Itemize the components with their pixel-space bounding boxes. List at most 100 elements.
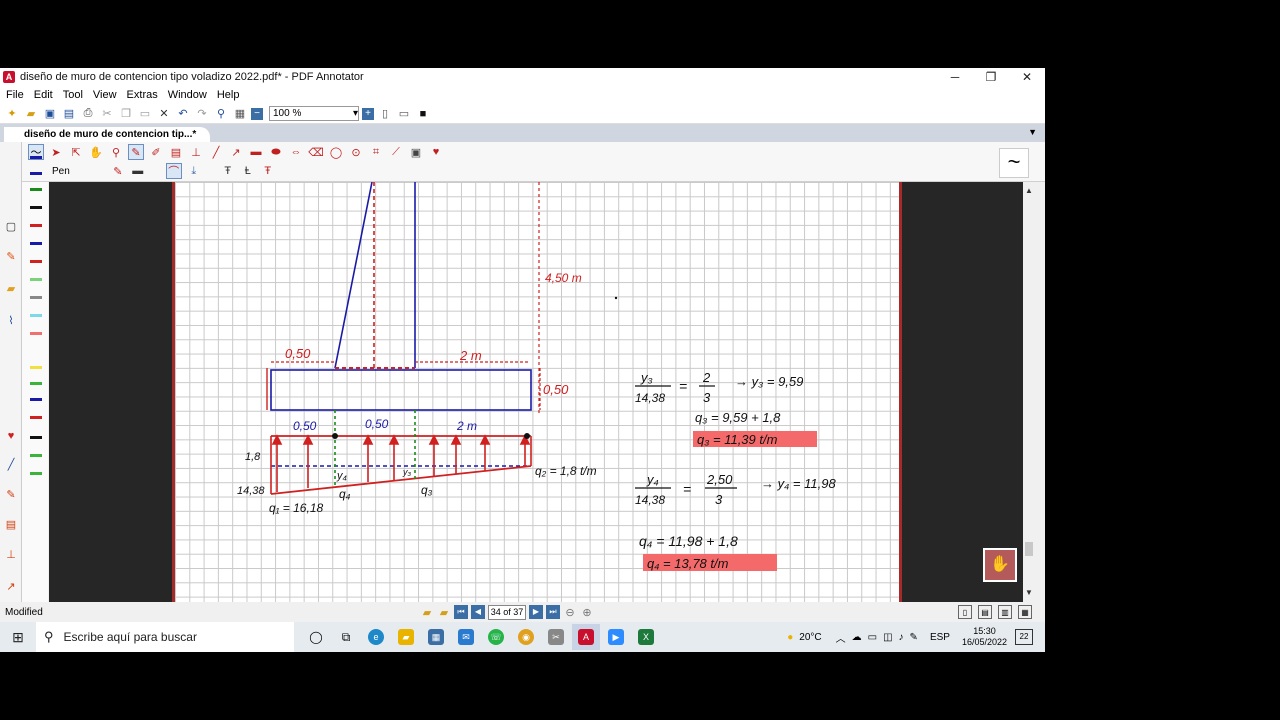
line-tool-icon[interactable]: ╱ bbox=[3, 456, 19, 472]
single-page-view-icon[interactable]: ▯ bbox=[958, 605, 972, 619]
language-indicator[interactable]: ESP bbox=[930, 632, 950, 643]
pen-favorite[interactable] bbox=[30, 206, 42, 209]
snipping-tool-icon[interactable]: ✂ bbox=[542, 624, 570, 650]
tab-list-icon[interactable]: ▼ bbox=[1028, 127, 1037, 137]
task-view-icon[interactable]: ⧉ bbox=[332, 624, 360, 650]
save-all-icon[interactable]: ▤ bbox=[61, 106, 77, 122]
menu-window[interactable]: Window bbox=[168, 89, 207, 101]
scroll-up-icon[interactable]: ▲ bbox=[1025, 186, 1033, 195]
hand-pan-icon[interactable]: ✋ bbox=[88, 144, 104, 160]
chart-tool-icon[interactable]: ▤ bbox=[3, 516, 19, 532]
notification-center-icon[interactable]: 22 bbox=[1015, 629, 1033, 645]
text-top-icon[interactable]: Ŧ bbox=[220, 163, 236, 179]
menu-tool[interactable]: Tool bbox=[63, 89, 83, 101]
fit-width-icon[interactable]: ▯ bbox=[377, 106, 393, 122]
taskbar-search[interactable]: ⚲ Escribe aquí para buscar bbox=[36, 622, 294, 652]
pen-favorite[interactable] bbox=[30, 382, 42, 385]
store-icon[interactable]: ▦ bbox=[422, 624, 450, 650]
continuous-view-icon[interactable]: ▤ bbox=[978, 605, 992, 619]
measure-icon[interactable]: ⇔ bbox=[288, 144, 304, 160]
camera-icon[interactable]: ⊙ bbox=[348, 144, 364, 160]
lasso-icon[interactable]: ◯ bbox=[328, 144, 344, 160]
pen-favorite[interactable] bbox=[30, 156, 42, 159]
vertical-scrollbar[interactable]: ▲ ▼ bbox=[1023, 182, 1035, 602]
pen-favorite[interactable] bbox=[30, 224, 42, 227]
grid-view-icon[interactable]: ▦ bbox=[1018, 605, 1032, 619]
pen-favorite[interactable] bbox=[30, 172, 42, 175]
pen-favorite[interactable] bbox=[30, 416, 42, 419]
pen-workspace-icon[interactable]: ✎ bbox=[910, 632, 918, 643]
pdf-annotator-icon[interactable]: A bbox=[572, 624, 600, 650]
file-explorer-icon[interactable]: ▰ bbox=[392, 624, 420, 650]
smooth-line-icon[interactable]: ⌒ bbox=[165, 163, 182, 179]
clock[interactable]: 15:30 16/05/2022 bbox=[962, 626, 1007, 648]
insert-icon[interactable]: ▦ bbox=[232, 106, 248, 122]
pen-width-icon[interactable]: ▬ bbox=[130, 163, 146, 179]
redo-icon[interactable]: ↷ bbox=[194, 106, 210, 122]
rectangle-icon[interactable]: ▬ bbox=[248, 144, 264, 160]
pen-favorite[interactable] bbox=[30, 188, 42, 191]
bookmark-icon[interactable]: ▰ bbox=[420, 604, 434, 620]
copy-icon[interactable]: ❐ bbox=[118, 106, 134, 122]
zoom-icon[interactable]: ▶ bbox=[602, 624, 630, 650]
highlighter-icon[interactable]: ✐ bbox=[148, 144, 164, 160]
excel-icon[interactable]: X bbox=[632, 624, 660, 650]
find-icon[interactable]: ⚲ bbox=[213, 106, 229, 122]
cut-icon[interactable]: ✂ bbox=[99, 106, 115, 122]
minimize-button[interactable]: ─ bbox=[937, 68, 973, 86]
pen-favorite[interactable] bbox=[30, 366, 42, 369]
straighten-icon[interactable]: ⤓ bbox=[186, 163, 202, 179]
print-icon[interactable]: ⎙ bbox=[80, 106, 96, 122]
text-box-icon[interactable]: ▤ bbox=[168, 144, 184, 160]
pen-favorite[interactable] bbox=[30, 260, 42, 263]
text-bottom-icon[interactable]: Ⱡ bbox=[240, 163, 256, 179]
arrow-icon[interactable]: ↗ bbox=[228, 144, 244, 160]
cortana-icon[interactable]: ◯ bbox=[302, 624, 330, 650]
windows-start-icon[interactable]: ⊞ bbox=[0, 629, 36, 646]
pen-favorite[interactable] bbox=[30, 454, 42, 457]
fit-page-icon[interactable]: ▭ bbox=[396, 106, 412, 122]
pdf-page[interactable]: 4,50 m 0,50 2 m 0,50 0,50 0,50 2 m 1,8 1… bbox=[172, 182, 902, 602]
page-indicator[interactable]: 34 of 37 bbox=[488, 604, 526, 620]
zoom-tool-icon[interactable]: ⚲ bbox=[108, 144, 124, 160]
pencil-tool-icon[interactable]: ✎ bbox=[3, 486, 19, 502]
fullscreen-icon[interactable]: ■ bbox=[415, 106, 431, 122]
crop-icon[interactable]: ⌗ bbox=[368, 144, 384, 160]
hand-tool-button[interactable]: ✋ bbox=[983, 548, 1017, 582]
two-page-view-icon[interactable]: ▥ bbox=[998, 605, 1012, 619]
battery-icon[interactable]: ▭ bbox=[868, 632, 877, 643]
line-icon[interactable]: ╱ bbox=[208, 144, 224, 160]
pen-favorite[interactable] bbox=[30, 278, 42, 281]
menu-edit[interactable]: Edit bbox=[34, 89, 53, 101]
open-icon[interactable]: ▰ bbox=[23, 106, 39, 122]
next-page-button[interactable]: ▶ bbox=[529, 605, 543, 619]
zoom-select[interactable]: 100 % ▾ bbox=[269, 106, 359, 121]
select-arrow-icon[interactable]: ➤ bbox=[48, 144, 64, 160]
pen-favorite[interactable] bbox=[30, 296, 42, 299]
save-icon[interactable]: ▣ bbox=[42, 106, 58, 122]
clip-icon[interactable]: ⌇ bbox=[3, 312, 19, 328]
chrome-icon[interactable]: ◉ bbox=[512, 624, 540, 650]
pen-favorite[interactable] bbox=[30, 314, 42, 317]
close-button[interactable]: ✕ bbox=[1009, 68, 1045, 86]
insert-image-icon[interactable]: ▣ bbox=[408, 144, 424, 160]
zoom-in-icon[interactable]: + bbox=[362, 107, 374, 120]
freehand-icon[interactable]: ✎ bbox=[128, 144, 144, 160]
clip-pages-icon[interactable]: ▰ bbox=[437, 604, 451, 620]
favorites-heart-icon[interactable]: ♥ bbox=[3, 428, 19, 444]
pen-color-icon[interactable]: ✎ bbox=[110, 163, 126, 179]
page-icon[interactable]: ▢ bbox=[3, 218, 19, 234]
stamp-icon[interactable]: ⊥ bbox=[188, 144, 204, 160]
delete-icon[interactable]: ✕ bbox=[156, 106, 172, 122]
pen-favorite[interactable] bbox=[30, 472, 42, 475]
folder-icon[interactable]: ▰ bbox=[3, 280, 19, 296]
ruler-icon[interactable]: ⟋ bbox=[388, 144, 404, 160]
whatsapp-icon[interactable]: ☏ bbox=[482, 624, 510, 650]
weather-temp[interactable]: 20°C bbox=[799, 632, 821, 643]
stamp-tool-icon[interactable]: ⊥ bbox=[3, 546, 19, 562]
menu-file[interactable]: File bbox=[6, 89, 24, 101]
zoom-out-icon[interactable]: − bbox=[251, 107, 263, 120]
tab-document[interactable]: diseño de muro de contencion tip...* bbox=[4, 127, 210, 142]
strikeout-icon[interactable]: Ŧ bbox=[260, 163, 276, 179]
marker-icon[interactable]: ✎ bbox=[3, 248, 19, 264]
